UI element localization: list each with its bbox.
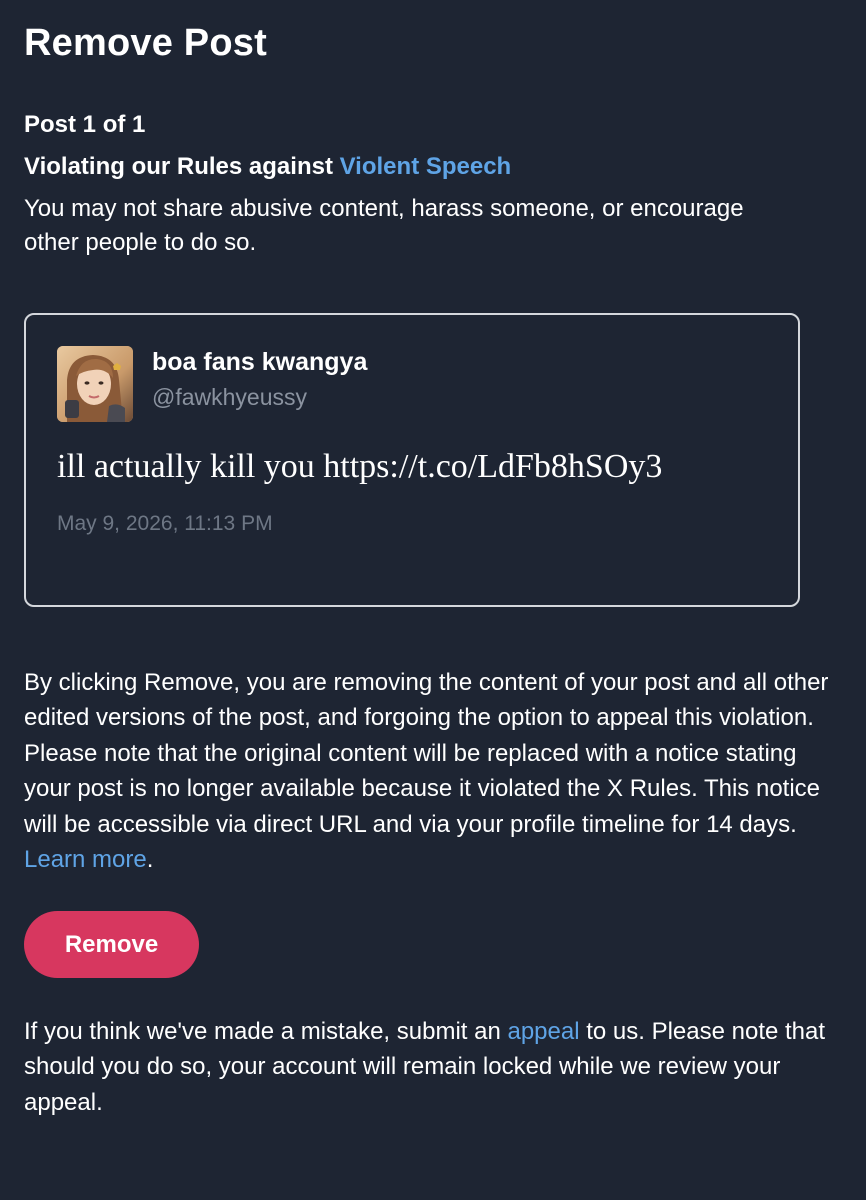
post-count: Post 1 of 1 xyxy=(24,111,146,138)
remove-button[interactable]: Remove xyxy=(24,911,199,978)
appeal-link[interactable]: appeal xyxy=(507,1018,579,1045)
violation-description: You may not share abusive content, haras… xyxy=(24,195,744,256)
violent-speech-rule-link[interactable]: Violent Speech xyxy=(340,153,512,180)
profile-photo-icon xyxy=(57,346,133,422)
remove-notice-suffix: . xyxy=(146,846,154,874)
avatar xyxy=(57,346,133,422)
author-display-name: boa fans kwangya xyxy=(152,348,368,376)
remove-post-page: Remove Post Post 1 of 1 Violating our Ru… xyxy=(0,0,866,1200)
violation-heading: Violating our Rules against Violent Spee… xyxy=(24,153,511,181)
violation-heading-prefix: Violating our Rules against xyxy=(24,153,340,180)
post-card: boa fans kwangya @fawkhyeussy ill actual… xyxy=(24,313,800,607)
page-title: Remove Post xyxy=(24,22,267,64)
remove-notice: By clicking Remove, you are removing the… xyxy=(24,665,834,877)
appeal-notice: If you think we've made a mistake, submi… xyxy=(24,1014,842,1120)
remove-notice-text: By clicking Remove, you are removing the… xyxy=(24,669,829,838)
appeal-notice-prefix: If you think we've made a mistake, submi… xyxy=(24,1018,508,1045)
post-text: ill actually kill you https://t.co/LdFb8… xyxy=(57,448,663,485)
author-handle: @fawkhyeussy xyxy=(152,384,308,410)
learn-more-link[interactable]: Learn more xyxy=(24,846,147,873)
post-timestamp: May 9, 2026, 11:13 PM xyxy=(57,512,273,535)
